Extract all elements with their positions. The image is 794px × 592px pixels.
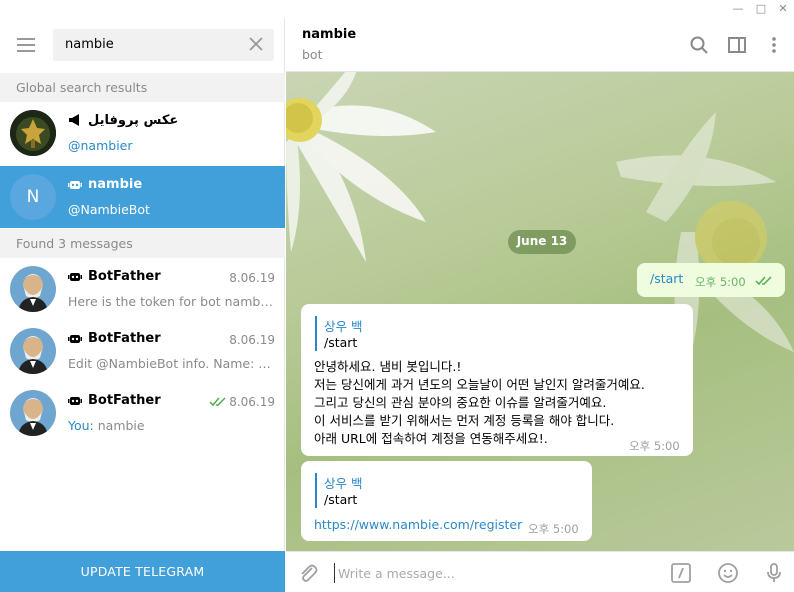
global-results-header: Global search results bbox=[0, 73, 285, 102]
avatar-letter: N bbox=[26, 187, 40, 207]
bot-icon bbox=[68, 335, 82, 343]
message-preview: Edit @NambieBot info. Name: na... bbox=[68, 356, 276, 371]
bot-icon bbox=[68, 397, 82, 405]
message-line: 이 서비스를 받기 위해서는 먼저 계정 등록을 해야 합니다. bbox=[314, 413, 615, 428]
reply-bar bbox=[315, 473, 317, 508]
avatar bbox=[10, 390, 56, 436]
message-result[interactable]: BotFather 8.06.19 You: nambie bbox=[0, 382, 285, 444]
chat-name: BotFather bbox=[88, 331, 161, 346]
sender-prefix: You: bbox=[68, 418, 94, 433]
reply-sender[interactable]: 상우 백 bbox=[324, 316, 362, 335]
megaphone-icon bbox=[69, 114, 79, 126]
message-input[interactable] bbox=[334, 563, 654, 583]
message-date: 8.06.19 bbox=[229, 333, 275, 347]
maximize-icon[interactable]: □ bbox=[750, 0, 772, 18]
telegram-window: — □ ✕ nambie Global search results عکس پ… bbox=[0, 0, 794, 592]
sidebar: nambie Global search results عکس پروفایل bbox=[0, 18, 285, 592]
avatar bbox=[10, 266, 56, 312]
avatar: N bbox=[10, 174, 56, 220]
message-result[interactable]: BotFather 8.06.19 Edit @NambieBot info. … bbox=[0, 320, 285, 382]
message-time: 오후 5:00 bbox=[629, 439, 680, 453]
hamburger-menu-icon[interactable] bbox=[17, 38, 35, 52]
minimize-icon[interactable]: — bbox=[727, 0, 749, 18]
message-composer bbox=[286, 551, 794, 592]
update-telegram-button[interactable]: UPDATE TELEGRAM bbox=[0, 551, 285, 592]
message-preview: Here is the token for bot nambie ... bbox=[68, 294, 276, 309]
double-check-icon bbox=[209, 397, 226, 407]
title-bar: — □ ✕ bbox=[0, 0, 794, 18]
chat-history[interactable]: June 13 /start 오후 5:00 상우 백 /start 안녕하세요… bbox=[286, 72, 794, 551]
date-separator: June 13 bbox=[508, 230, 576, 254]
bot-icon bbox=[68, 273, 82, 281]
emoji-icon[interactable] bbox=[717, 562, 739, 584]
result-username: @NambieBot bbox=[68, 202, 150, 217]
incoming-message[interactable]: 상우 백 /start https://www.nambie.com/regis… bbox=[301, 461, 592, 541]
result-name: nambie bbox=[88, 177, 143, 192]
result-username: @nambier bbox=[68, 138, 133, 153]
attach-icon[interactable] bbox=[297, 562, 319, 584]
message-line: 안녕하세요. 냄비 봇입니다.! bbox=[314, 359, 462, 374]
message-date: 8.06.19 bbox=[229, 271, 275, 285]
reply-text: /start bbox=[324, 492, 358, 507]
found-messages-header: Found 3 messages bbox=[0, 229, 285, 258]
reply-bar bbox=[315, 316, 317, 351]
close-window-icon[interactable]: ✕ bbox=[772, 0, 794, 18]
bot-commands-icon[interactable] bbox=[670, 562, 692, 584]
outgoing-message[interactable]: /start 오후 5:00 bbox=[637, 263, 785, 297]
chat-title: nambie bbox=[302, 27, 357, 42]
result-name: عکس پروفایل bbox=[88, 113, 179, 128]
more-options-icon[interactable] bbox=[764, 35, 784, 55]
message-line: 아래 URL에 접속하여 계정을 연동해주세요!. bbox=[314, 431, 548, 446]
incoming-message[interactable]: 상우 백 /start 안녕하세요. 냄비 봇입니다.! 저는 당신에게 과거 … bbox=[301, 304, 693, 456]
chat-name: BotFather bbox=[88, 269, 161, 284]
search-input[interactable]: nambie bbox=[65, 37, 114, 52]
message-time: 오후 5:00 bbox=[695, 275, 746, 289]
register-link[interactable]: https://www.nambie.com/register bbox=[314, 517, 522, 532]
chat-panel: nambie bot June 13 /start 오후 5:00 상우 백 /… bbox=[286, 18, 794, 592]
sidebar-toggle-icon[interactable] bbox=[727, 35, 747, 55]
clear-search-icon[interactable] bbox=[247, 35, 265, 53]
search-box[interactable]: nambie bbox=[53, 29, 274, 61]
microphone-icon[interactable] bbox=[763, 562, 785, 584]
message-date: 8.06.19 bbox=[229, 395, 275, 409]
bot-icon bbox=[68, 181, 82, 189]
message-time: 오후 5:00 bbox=[528, 522, 579, 536]
message-result[interactable]: BotFather 8.06.19 Here is the token for … bbox=[0, 258, 285, 320]
search-result-bot[interactable]: N nambie @NambieBot bbox=[0, 166, 285, 228]
chat-status: bot bbox=[302, 47, 323, 62]
chat-name: BotFather bbox=[88, 393, 161, 408]
avatar bbox=[10, 110, 56, 156]
double-check-icon bbox=[755, 276, 772, 286]
message-preview: nambie bbox=[93, 418, 145, 433]
message-line: 그리고 당신의 관심 분야의 중요한 이슈를 알려줄거예요. bbox=[314, 395, 607, 410]
reply-sender[interactable]: 상우 백 bbox=[324, 473, 362, 492]
chat-header[interactable]: nambie bot bbox=[286, 18, 794, 72]
search-icon[interactable] bbox=[689, 35, 709, 55]
command-link[interactable]: /start bbox=[650, 271, 683, 286]
search-result-channel[interactable]: عکس پروفایل @nambier bbox=[0, 102, 285, 164]
message-line: 저는 당신에게 과거 년도의 오늘날이 어떤 날인지 알려줄거예요. bbox=[314, 377, 645, 392]
reply-text: /start bbox=[324, 335, 358, 350]
avatar bbox=[10, 328, 56, 374]
